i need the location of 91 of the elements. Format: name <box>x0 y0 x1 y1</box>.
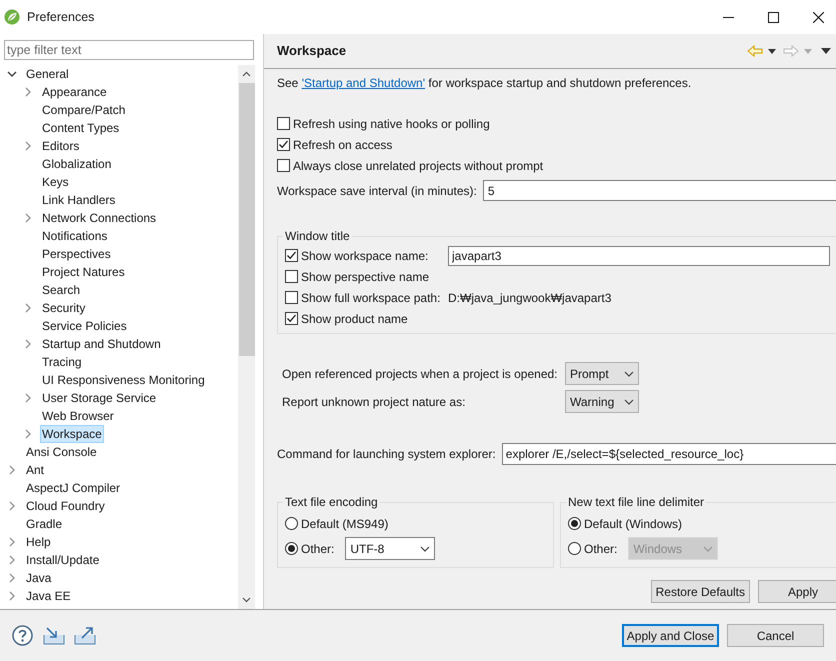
intro-text: See 'Startup and Shutdown' for workspace startup and shutdown preferences. <box>277 75 692 92</box>
page-button[interactable]: Apply <box>758 580 836 603</box>
field-label: Command for launching system explorer: <box>277 446 496 463</box>
tree-item[interactable]: Compare/Patch <box>40 101 128 119</box>
caret-icon <box>624 370 634 376</box>
tree-item[interactable]: Web Browser <box>40 407 116 425</box>
window-title: Preferences <box>27 8 94 26</box>
tree-item[interactable]: Notifications <box>40 227 110 245</box>
tree-item[interactable]: Globalization <box>40 155 114 173</box>
option-label: Refresh using native hooks or polling <box>293 116 490 132</box>
checkbox[interactable] <box>285 270 298 283</box>
option-label: Show full workspace path: <box>301 290 442 306</box>
group-title: Text file encoding <box>284 494 379 511</box>
close-icon[interactable] <box>813 12 824 22</box>
scrollbar[interactable] <box>238 65 255 609</box>
tree-item[interactable]: Help <box>24 533 53 551</box>
tree-item[interactable]: Content Types <box>40 119 122 137</box>
filter-field[interactable]: type filter text <box>4 40 254 60</box>
tree-item[interactable]: UI Responsiveness Monitoring <box>40 371 207 389</box>
field-label: Report unknown project nature as: <box>282 394 466 410</box>
page-title: Workspace <box>277 42 346 60</box>
radio-button[interactable] <box>568 517 581 530</box>
tree-item[interactable]: Appearance <box>40 83 109 101</box>
workspace-name-field[interactable]: javapart3 <box>448 246 830 266</box>
option-label: Default (MS949) <box>301 516 388 532</box>
leaf-icon <box>4 9 20 25</box>
radio-button[interactable] <box>285 542 298 555</box>
tree-item[interactable]: Tracing <box>40 353 84 371</box>
tree-item[interactable]: Ansi Console <box>24 443 99 461</box>
dropdown[interactable]: Warning <box>565 390 639 413</box>
tree-item[interactable]: Network Connections <box>40 209 158 227</box>
caret-icon <box>624 398 634 404</box>
export-icon[interactable] <box>74 626 96 644</box>
field-label: Open referenced projects when a project is opened: <box>282 366 559 382</box>
checkbox[interactable] <box>277 117 290 130</box>
checkbox[interactable] <box>277 138 290 151</box>
tree-item[interactable]: AspectJ Compiler <box>24 479 122 497</box>
caret-icon <box>420 546 430 552</box>
tree-item[interactable]: Gradle <box>24 515 64 533</box>
tree-item[interactable]: Project Natures <box>40 263 127 281</box>
scroll-up-icon[interactable] <box>242 71 251 77</box>
dropdown-icon[interactable] <box>768 48 776 54</box>
import-icon[interactable] <box>43 626 65 644</box>
tree-item[interactable]: Search <box>40 281 82 299</box>
option-label: Show workspace name: <box>301 248 430 264</box>
tree-item[interactable]: User Storage Service <box>40 389 158 407</box>
radio-button[interactable] <box>568 542 581 555</box>
maximize-icon[interactable] <box>768 12 779 22</box>
scroll-down-icon[interactable] <box>242 597 251 603</box>
tree-item[interactable]: Security <box>40 299 88 317</box>
tree-item[interactable]: Install/Update <box>24 551 102 569</box>
startup-link[interactable]: 'Startup and Shutdown' <box>302 76 426 90</box>
tree-item[interactable]: General <box>24 65 71 83</box>
tree-item[interactable]: Perspectives <box>40 245 113 263</box>
checkbox[interactable] <box>285 312 298 325</box>
option-label: Default (Windows) <box>584 516 682 532</box>
caret-icon <box>703 546 714 552</box>
dialog-button[interactable]: Apply and Close <box>622 624 719 647</box>
dialog-button[interactable]: Cancel <box>727 624 824 647</box>
tree-item[interactable]: Ant <box>24 461 46 479</box>
explorer-command-field[interactable]: explorer /E,/select=${selected_resource_loc} <box>502 443 836 465</box>
tree-item[interactable]: Keys <box>40 173 71 191</box>
tree-item[interactable]: Editors <box>40 137 82 155</box>
tree-item[interactable]: Java <box>24 569 54 587</box>
dropdown[interactable]: UTF-8 <box>345 537 436 560</box>
option-label: Other: <box>584 540 618 558</box>
help-icon[interactable] <box>12 625 33 646</box>
radio-button[interactable] <box>285 517 298 530</box>
option-label: Show product name <box>301 310 408 328</box>
checkbox[interactable] <box>285 291 298 304</box>
tree-item[interactable]: Link Handlers <box>40 191 118 209</box>
view-menu-icon[interactable] <box>821 48 831 54</box>
scroll-thumb[interactable] <box>238 83 254 356</box>
workspace-path: D:₩java_jungwook₩javapart3 <box>448 290 612 306</box>
dropdown[interactable]: Prompt <box>565 362 639 385</box>
tree-item[interactable]: Service Policies <box>40 317 129 335</box>
field-label: Workspace save interval (in minutes): <box>277 182 477 200</box>
interval-field[interactable]: 5 <box>482 180 836 201</box>
tree-item[interactable]: Java EE <box>24 587 73 605</box>
group-title: New text file line delimiter <box>567 494 706 511</box>
page-button[interactable]: Restore Defaults <box>650 580 750 603</box>
tree-item[interactable]: Cloud Foundry <box>24 497 107 515</box>
checkbox[interactable] <box>285 249 298 262</box>
option-label: Refresh on access <box>293 136 392 154</box>
tree-item[interactable]: Startup and Shutdown <box>40 335 163 353</box>
option-label: Other: <box>301 540 334 558</box>
option-label: Show perspective name <box>301 268 430 286</box>
tree-item[interactable]: Workspace <box>40 425 104 443</box>
checkbox[interactable] <box>277 159 290 172</box>
option-label: Always close unrelated projects without prompt <box>293 158 544 174</box>
group-title: Window title <box>284 228 351 245</box>
